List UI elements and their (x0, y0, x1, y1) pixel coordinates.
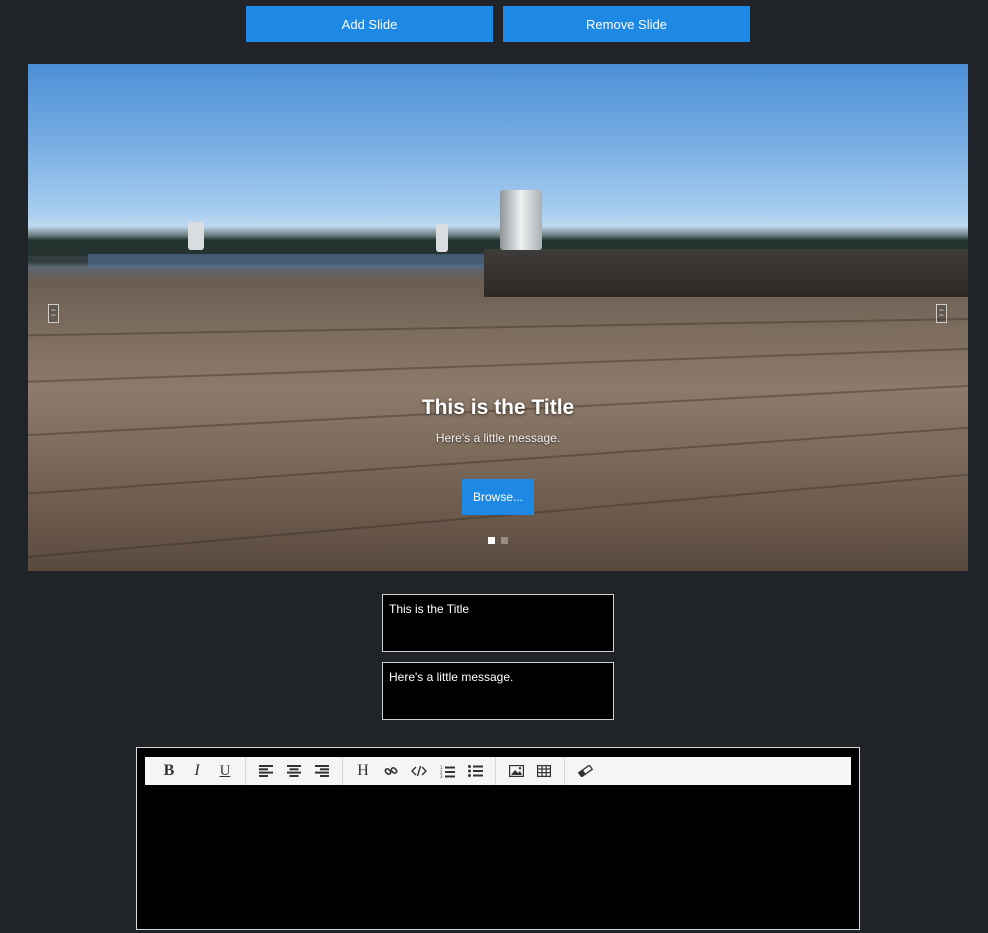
slide-background-dock (484, 249, 968, 297)
align-right-icon[interactable] (308, 759, 336, 783)
next-slide-arrow-icon[interactable]: ▫▫ ▫▫ (936, 304, 947, 323)
toolbar-group-clear (565, 757, 605, 785)
slide-dot-2[interactable] (501, 537, 508, 544)
prev-slide-arrow-icon[interactable]: ▫▫ ▫▫ (48, 304, 59, 323)
image-icon[interactable] (502, 759, 530, 783)
slide-message-field[interactable]: Here's a little message. (382, 662, 614, 720)
slide-message: Here's a little message. (435, 431, 561, 445)
svg-text:3: 3 (440, 774, 443, 778)
slide-title: This is the Title (421, 396, 575, 419)
italic-icon[interactable]: I (183, 759, 211, 783)
slide-background-post (500, 190, 542, 250)
toolbar-group-insert: H 123 (343, 757, 496, 785)
plank-line (28, 316, 968, 338)
slide-title-field[interactable]: This is the Title (382, 594, 614, 652)
align-center-icon[interactable] (280, 759, 308, 783)
link-icon[interactable] (377, 759, 405, 783)
bold-icon[interactable]: B (155, 759, 183, 783)
rich-text-editor: B I U H 123 (136, 747, 860, 930)
remove-slide-button[interactable]: Remove Slide (503, 6, 750, 42)
unordered-list-icon[interactable] (461, 759, 489, 783)
slide-background-water (88, 254, 488, 268)
add-slide-button[interactable]: Add Slide (246, 6, 493, 42)
eraser-icon[interactable] (571, 759, 599, 783)
code-icon[interactable] (405, 759, 433, 783)
browse-button[interactable]: Browse... (462, 479, 534, 515)
underline-icon[interactable]: U (211, 759, 239, 783)
plank-line (28, 345, 968, 385)
toolbar-group-media (496, 757, 565, 785)
ordered-list-icon[interactable]: 123 (433, 759, 461, 783)
align-left-icon[interactable] (252, 759, 280, 783)
slide-background-post-mid (436, 224, 448, 252)
slide-background-post-left (188, 222, 204, 250)
editor-toolbar: B I U H 123 (145, 757, 851, 785)
slide-dot-1[interactable] (488, 537, 495, 544)
toolbar-group-format: B I U (149, 757, 246, 785)
heading-icon[interactable]: H (349, 759, 377, 783)
image-slider: ▫▫ ▫▫ ▫▫ ▫▫ This is the Title Here's a lit… (28, 64, 968, 571)
editor-content-area[interactable] (145, 788, 851, 926)
slide-indicators (488, 537, 508, 544)
table-icon[interactable] (530, 759, 558, 783)
toolbar-group-align (246, 757, 343, 785)
